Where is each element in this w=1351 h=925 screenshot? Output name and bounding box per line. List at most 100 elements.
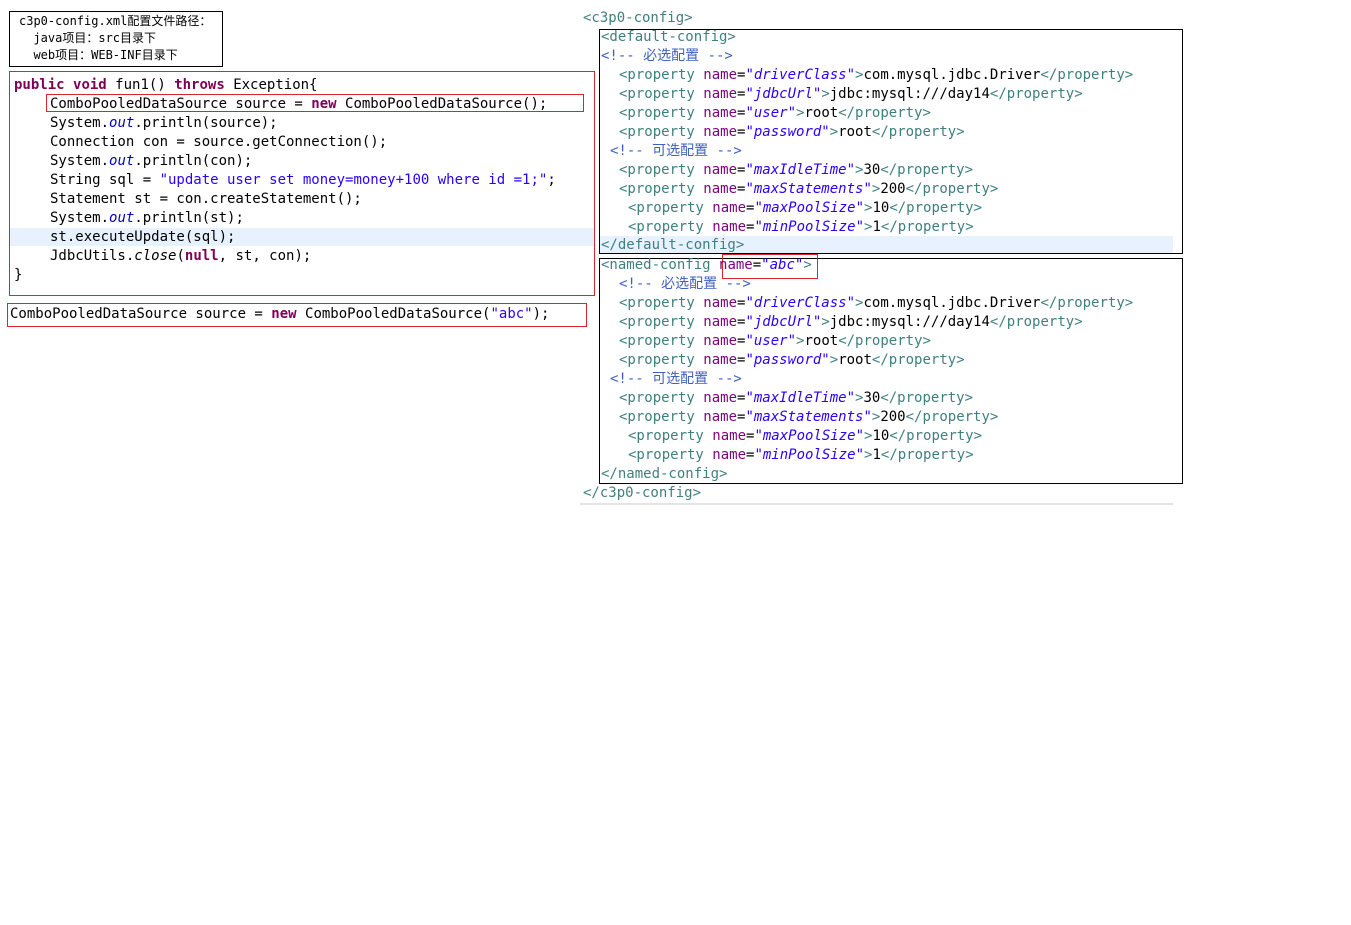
property-tag-close: </property> [880,219,974,235]
named-config-tag: <named-config [601,257,711,273]
property-value: 200 [880,409,906,425]
property-value: 10 [872,428,890,444]
property-tag-open: <property [619,295,695,311]
property-tag-close: </property> [1040,295,1134,311]
property-value: root [804,333,839,349]
property-tag-open: <property [619,390,695,406]
property-tag-close: </property> [838,105,931,121]
property-value: 1 [872,219,881,235]
method-header-rest: Exception{ [224,77,318,93]
xml-property-line: <property name="maxPoolSize">10</propert… [628,199,982,218]
xml-property-line: <property name="driverClass">com.mysql.j… [619,294,1133,313]
property-tag-open: <property [628,219,704,235]
code-text: System. [50,153,110,169]
xml-bottom-divider [580,503,1173,505]
property-tag-open: <property [619,124,695,140]
property-attr: name [712,447,747,463]
code-text: Connection con = source.getConnection(); [50,134,388,150]
code-text: String sql = [50,172,160,188]
code-line-2: System.out.println(source); [50,114,278,133]
property-tag-close: </property> [871,124,965,140]
property-attr: name [703,124,738,140]
code-text: System. [50,115,110,131]
property-name-value: "minPoolSize" [754,447,865,463]
method-close: close [134,248,177,264]
code-line-3: Connection con = source.getConnection(); [50,133,387,152]
named-config-attr: name [719,257,753,273]
code-text: Statement st = con.createStatement(); [50,191,362,207]
xml-comment-required-2: <!-- 必选配置 --> [619,276,751,292]
xml-property-line: <property name="maxStatements">200</prop… [619,180,998,199]
property-attr: name [703,181,738,197]
property-tag-open: <property [619,67,695,83]
property-tag-open: <property [628,447,704,463]
xml-default-close: </default-config> [601,237,745,253]
xml-gt: > [821,86,830,102]
xml-property-line: <property name="maxPoolSize">10</propert… [628,427,982,446]
property-attr: name [703,390,738,406]
property-tag-close: </property> [905,409,999,425]
code-text: .println(source); [134,115,278,131]
property-attr: name [703,409,738,425]
property-attr: name [703,86,738,102]
property-value: com.mysql.jdbc.Driver [863,67,1041,83]
xml-gt: > [829,352,839,368]
property-name-value: "jdbcUrl" [745,314,822,330]
field-out: out [109,115,135,131]
property-tag-open: <property [628,428,704,444]
property-tag-close: </property> [880,447,974,463]
xml-comment-required: <!-- 必选配置 --> [601,48,733,64]
property-name-value: "maxIdleTime" [745,390,856,406]
property-attr: name [712,200,747,216]
xml-root-close: </c3p0-config> [583,485,702,501]
xml-comment-optional: <!-- 可选配置 --> [610,143,742,159]
code-line-6: Statement st = con.createStatement(); [50,190,362,209]
kw-new: new [311,96,337,112]
method-name: fun1() [115,77,175,93]
xml-property-line: <property name="password">root</property… [619,123,965,142]
xml-gt: > [829,124,839,140]
field-out: out [109,153,135,169]
property-value: root [838,352,872,368]
code-line-7: System.out.println(st); [50,209,244,228]
xml-default-open: <default-config> [601,29,736,45]
xml-property-line: <property name="jdbcUrl">jdbc:mysql:///d… [619,313,1083,332]
code-line-8: st.executeUpdate(sql); [50,228,235,247]
xml-eq: = [752,257,762,273]
xml-named-open: <named-config name="abc"> [601,256,812,275]
code-line-9: JdbcUtils.close(null, st, con); [50,247,311,266]
property-tag-close: </property> [989,86,1083,102]
property-tag-close: </property> [889,200,983,216]
property-tag-open: <property [619,409,695,425]
property-tag-close: </property> [838,333,931,349]
code-text: ComboPooledDataSource source = [50,96,312,112]
xml-property-line: <property name="jdbcUrl">jdbc:mysql:///d… [619,85,1083,104]
property-tag-open: <property [619,333,695,349]
property-name-value: "jdbcUrl" [745,86,822,102]
property-tag-close: </property> [880,390,974,406]
property-tag-open: <property [619,352,695,368]
property-value: 1 [872,447,881,463]
named-config-example: ComboPooledDataSource source = new Combo… [10,305,549,324]
property-name-value: "password" [745,352,830,368]
property-name-value: "maxIdleTime" [745,162,856,178]
property-name-value: "maxPoolSize" [754,428,865,444]
xml-named-close: </named-config> [601,466,728,482]
property-attr: name [703,333,738,349]
property-name-value: "maxStatements" [745,181,872,197]
kw-void: void [73,77,107,93]
code-line-1: ComboPooledDataSource source = new Combo… [50,95,547,114]
code-line-4: System.out.println(con); [50,152,252,171]
property-value: jdbc:mysql:///day14 [829,86,990,102]
xml-comment-optional-2: <!-- 可选配置 --> [610,371,742,387]
kw-new: new [271,306,297,322]
property-tag-open: <property [619,162,695,178]
property-name-value: "driverClass" [745,67,856,83]
property-attr: name [712,219,747,235]
property-value: root [804,105,839,121]
property-name-value: "maxStatements" [745,409,872,425]
property-tag-open: <property [619,181,695,197]
property-name-value: "password" [745,124,830,140]
property-value: com.mysql.jdbc.Driver [863,295,1041,311]
property-tag-close: </property> [989,314,1083,330]
